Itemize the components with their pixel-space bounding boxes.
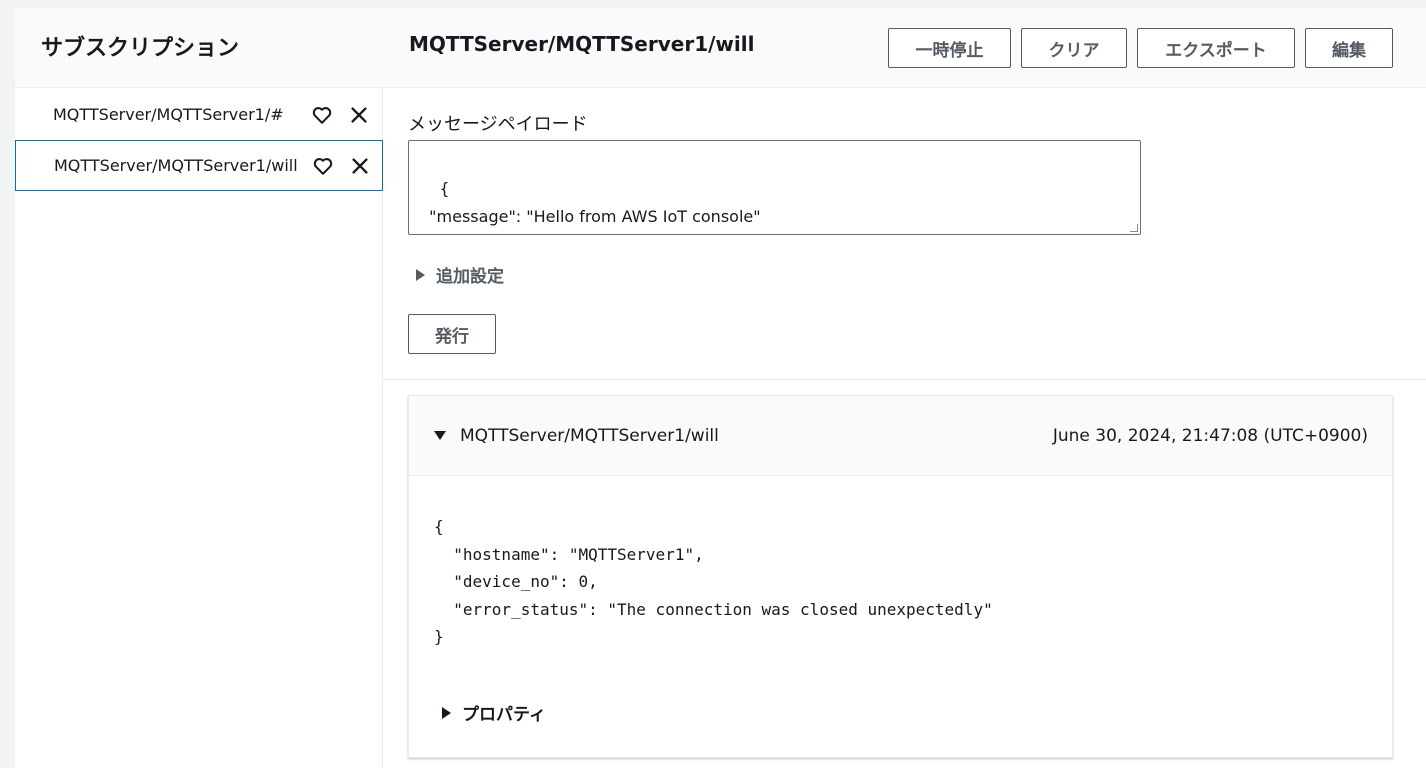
edit-button[interactable]: 編集 (1305, 28, 1393, 68)
publish-button[interactable]: 発行 (408, 314, 496, 354)
payload-label: メッセージペイロード (408, 114, 588, 135)
subscription-list: MQTTServer/MQTTServer1/# MQTTServer/MQTT… (15, 88, 383, 768)
heart-icon[interactable] (311, 104, 333, 126)
message-topic-toggle[interactable]: MQTTServer/MQTTServer1/will (434, 426, 719, 446)
message-topic: MQTTServer/MQTTServer1/will (460, 425, 719, 446)
subscription-item-selected[interactable]: MQTTServer/MQTTServer1/will (15, 140, 383, 191)
topic-title: MQTTServer/MQTTServer1/will (409, 32, 755, 56)
additional-settings-label: 追加設定 (436, 267, 504, 287)
caret-right-icon (442, 706, 451, 719)
caret-down-icon (434, 431, 446, 440)
subscriptions-panel: サブスクリプション MQTTServer/MQTTServer1/will 一時… (15, 8, 1426, 768)
clear-button[interactable]: クリア (1021, 28, 1127, 68)
subscription-label: MQTTServer/MQTTServer1/will (54, 156, 298, 175)
section-divider (383, 379, 1426, 380)
close-icon[interactable] (349, 155, 371, 177)
close-icon[interactable] (348, 104, 370, 126)
payload-value: { "message": "Hello from AWS IoT console… (429, 179, 761, 226)
sidebar-title: サブスクリプション (41, 36, 240, 61)
message-timestamp: June 30, 2024, 21:47:08 (UTC+0900) (1052, 425, 1368, 446)
caret-right-icon (416, 268, 425, 281)
additional-settings-toggle[interactable]: 追加設定 (416, 262, 504, 287)
subscription-label: MQTTServer/MQTTServer1/# (53, 105, 284, 124)
message-body: { "hostname": "MQTTServer1", "device_no"… (434, 517, 993, 646)
properties-toggle[interactable]: プロパティ (442, 700, 546, 725)
heart-icon[interactable] (312, 155, 334, 177)
message-header[interactable]: MQTTServer/MQTTServer1/will June 30, 202… (409, 396, 1392, 476)
export-button[interactable]: エクスポート (1137, 28, 1295, 68)
subscription-item[interactable]: MQTTServer/MQTTServer1/# (15, 89, 383, 140)
resize-handle[interactable] (1130, 224, 1138, 232)
pause-button[interactable]: 一時停止 (888, 28, 1011, 68)
payload-textarea[interactable]: { "message": "Hello from AWS IoT console… (408, 140, 1141, 235)
message-card: MQTTServer/MQTTServer1/will June 30, 202… (408, 395, 1393, 758)
panel-header: サブスクリプション MQTTServer/MQTTServer1/will 一時… (15, 8, 1426, 88)
properties-label: プロパティ (462, 705, 546, 725)
